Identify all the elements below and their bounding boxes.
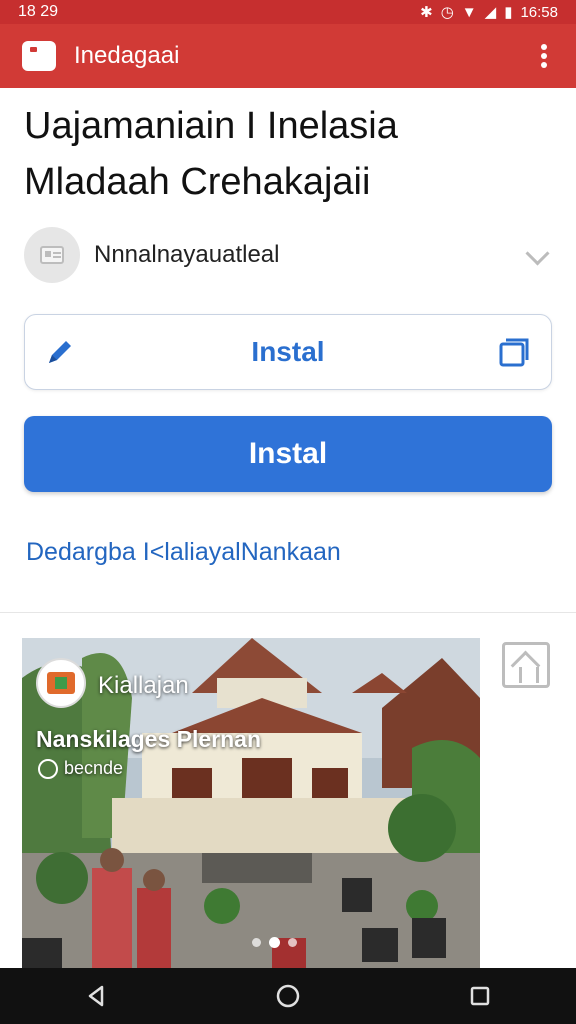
- gallery-image: [22, 638, 480, 968]
- headline-line-1: Uajamaniain I Inelasia: [24, 105, 398, 147]
- gallery-brand: Kiallajan: [98, 672, 189, 699]
- location-icon: [38, 758, 58, 779]
- battery-icon: ▮: [504, 4, 513, 21]
- status-icons: ✱ ◷ ▼ ◢ ▮ 16:58: [420, 3, 558, 22]
- chevron-down-icon[interactable]: [522, 245, 552, 265]
- card-icon: [40, 246, 64, 264]
- gallery-subtitle-text: becnde: [64, 758, 124, 778]
- carousel-dot-active[interactable]: [269, 937, 280, 948]
- gallery-logo-icon: [36, 658, 86, 708]
- carousel-indicator: [252, 937, 297, 948]
- gallery-title: Nanskilages Plernan: [36, 726, 261, 752]
- page-title: Uajamaniain I Inelasia Mladaah Crehakaja…: [24, 98, 554, 210]
- app-title: Inedagaai: [74, 42, 180, 69]
- app-logo-icon: [22, 41, 56, 71]
- divider: [0, 612, 576, 613]
- status-time-right: 16:58: [520, 3, 558, 21]
- install-button-label: Instal: [248, 437, 328, 470]
- home-frame-icon[interactable]: [502, 642, 550, 688]
- status-bar: 18 29 ✱ ◷ ▼ ◢ ▮ 16:58: [0, 0, 576, 24]
- more-vert-icon[interactable]: [534, 41, 554, 71]
- screenshot-carousel[interactable]: Kiallajan Nanskilages Plernan becnde: [22, 638, 480, 968]
- details-link[interactable]: Dedargba I<laliayalNankaan: [26, 538, 341, 567]
- headline-line-2: Mladaah Crehakajaii: [24, 161, 371, 203]
- avatar: [24, 227, 80, 283]
- app-bar: Inedagaai: [0, 24, 576, 88]
- pencil-icon: [49, 341, 71, 363]
- alarm-icon: ◷: [440, 4, 454, 21]
- bluetooth-icon: ✱: [420, 4, 433, 21]
- source-row[interactable]: Nnnalnayauatleal: [24, 226, 552, 284]
- wifi-icon: ▼: [461, 3, 477, 21]
- install-outline-button[interactable]: Instal: [24, 314, 552, 390]
- source-name: Nnnalnayauatleal: [94, 241, 280, 268]
- navigation-bar: [0, 968, 576, 1024]
- signal-icon: ◢: [484, 4, 497, 21]
- back-icon[interactable]: [66, 968, 126, 1024]
- install-outline-label: Instal: [251, 336, 325, 367]
- copy-icon: [499, 338, 529, 367]
- install-button[interactable]: Instal: [24, 416, 552, 492]
- carousel-dot[interactable]: [288, 938, 297, 947]
- carousel-dot[interactable]: [252, 938, 261, 947]
- recents-icon[interactable]: [450, 968, 510, 1024]
- gallery-subtitle: becnde: [38, 758, 123, 779]
- status-time-left: 18 29: [18, 3, 59, 20]
- home-icon[interactable]: [258, 968, 318, 1024]
